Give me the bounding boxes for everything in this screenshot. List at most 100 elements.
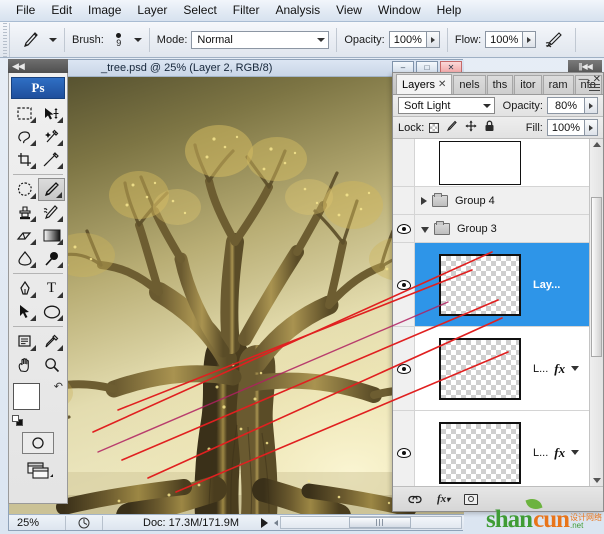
- hand-tool[interactable]: [11, 353, 38, 376]
- layers-vertical-scrollbar[interactable]: [589, 139, 603, 486]
- tool-preset-chevron-down-icon[interactable]: [49, 38, 57, 42]
- notes-tool[interactable]: [11, 330, 38, 353]
- quick-mask-icon[interactable]: [22, 432, 54, 454]
- menu-item-window[interactable]: Window: [370, 1, 429, 20]
- foreground-color-swatch[interactable]: [13, 383, 40, 410]
- healing-brush-tool[interactable]: [11, 178, 38, 201]
- menu-item-file[interactable]: File: [8, 1, 43, 20]
- lock-image-icon[interactable]: [446, 120, 458, 135]
- tab-histogram[interactable]: ram: [543, 75, 574, 94]
- layer-thumbnail[interactable]: [439, 254, 521, 316]
- layer-opacity-slider-button[interactable]: [585, 97, 598, 114]
- horizontal-scrollbar[interactable]: [280, 516, 462, 529]
- layer-thumbnail[interactable]: [439, 141, 521, 185]
- layer-list[interactable]: Group 4 Group 3 Lay...: [393, 139, 603, 487]
- lock-position-icon[interactable]: [465, 120, 477, 135]
- horizontal-scroll-thumb[interactable]: [349, 517, 410, 528]
- history-brush-tool[interactable]: [38, 201, 65, 224]
- layer-effects-icon[interactable]: fx: [554, 361, 565, 377]
- layer-visibility-cell[interactable]: [393, 327, 415, 410]
- link-layers-icon[interactable]: [407, 494, 423, 505]
- blur-tool[interactable]: [11, 247, 38, 270]
- scroll-left-arrow-icon[interactable]: [274, 520, 278, 526]
- flow-input[interactable]: 100%: [485, 31, 523, 48]
- zoom-level[interactable]: 25%: [9, 517, 65, 529]
- path-selection-tool[interactable]: [11, 300, 38, 323]
- magic-wand-tool[interactable]: [38, 125, 65, 148]
- flow-slider-button[interactable]: [523, 31, 536, 48]
- tab-layers[interactable]: Layers ✕: [396, 74, 452, 94]
- menu-item-edit[interactable]: Edit: [43, 1, 80, 20]
- lasso-tool[interactable]: [11, 125, 38, 148]
- move-tool[interactable]: [38, 102, 65, 125]
- scroll-down-arrow-icon[interactable]: [593, 478, 601, 483]
- lock-all-icon[interactable]: [484, 120, 495, 135]
- menu-item-layer[interactable]: Layer: [129, 1, 175, 20]
- eye-icon[interactable]: [397, 448, 411, 458]
- add-layer-mask-icon[interactable]: [464, 494, 478, 505]
- scroll-up-arrow-icon[interactable]: [593, 142, 601, 147]
- menu-item-filter[interactable]: Filter: [225, 1, 268, 20]
- horizontal-type-tool[interactable]: T: [38, 277, 65, 300]
- pen-tool[interactable]: [11, 277, 38, 300]
- eraser-tool[interactable]: [11, 224, 38, 247]
- vertical-scroll-thumb[interactable]: [591, 197, 602, 357]
- rectangular-marquee-tool[interactable]: [11, 102, 38, 125]
- table-row[interactable]: Group 3: [393, 215, 603, 243]
- status-menu-arrow-icon[interactable]: [261, 518, 268, 528]
- default-colors-icon[interactable]: [12, 415, 23, 426]
- layer-effects-icon[interactable]: fx: [554, 445, 565, 461]
- layer-blend-mode-select[interactable]: Soft Light: [398, 97, 495, 114]
- eye-icon[interactable]: [397, 224, 411, 234]
- chevron-down-icon[interactable]: [571, 450, 579, 455]
- layer-visibility-cell[interactable]: [393, 243, 415, 326]
- eye-icon[interactable]: [397, 364, 411, 374]
- zoom-tool[interactable]: [38, 353, 65, 376]
- table-row[interactable]: L... fx: [393, 327, 603, 411]
- menu-item-help[interactable]: Help: [429, 1, 470, 20]
- table-row[interactable]: L... fx: [393, 411, 603, 487]
- chevron-down-icon[interactable]: [421, 227, 429, 233]
- swap-colors-icon[interactable]: ↶: [54, 380, 63, 393]
- options-bar-grip[interactable]: [0, 23, 10, 57]
- layer-thumbnail[interactable]: [439, 338, 521, 400]
- table-row[interactable]: [393, 139, 603, 187]
- panel-menu-icon[interactable]: [589, 84, 600, 93]
- add-layer-style-icon[interactable]: fx▾: [437, 493, 450, 505]
- chevron-down-icon[interactable]: [571, 366, 579, 371]
- clone-stamp-tool[interactable]: [11, 201, 38, 224]
- menu-item-select[interactable]: Select: [175, 1, 224, 20]
- fill-input[interactable]: 100%: [547, 119, 585, 136]
- brush-picker-chevron-down-icon[interactable]: [134, 38, 142, 42]
- brush-size-preview[interactable]: 9: [108, 26, 130, 54]
- tab-channels[interactable]: nels: [453, 75, 485, 94]
- dock-collapse-handle[interactable]: |||◀◀: [568, 60, 602, 72]
- dodge-tool[interactable]: [38, 247, 65, 270]
- table-row[interactable]: Group 4: [393, 187, 603, 215]
- layer-visibility-cell[interactable]: [393, 139, 415, 186]
- screen-mode-icon[interactable]: [21, 460, 55, 482]
- proxy-preview-icon[interactable]: [66, 517, 102, 529]
- layer-visibility-cell[interactable]: [393, 187, 415, 214]
- layer-opacity-input[interactable]: 80%: [547, 97, 585, 114]
- opacity-input[interactable]: 100%: [389, 31, 427, 48]
- close-icon[interactable]: ✕: [438, 79, 446, 90]
- menu-item-view[interactable]: View: [328, 1, 370, 20]
- menu-item-image[interactable]: Image: [80, 1, 129, 20]
- airbrush-icon[interactable]: [542, 29, 568, 51]
- minimize-icon[interactable]: —: [579, 74, 589, 85]
- tab-navigator[interactable]: itor: [514, 75, 541, 94]
- tab-paths[interactable]: ths: [487, 75, 514, 94]
- chevron-right-icon[interactable]: [421, 197, 427, 205]
- eye-icon[interactable]: [397, 280, 411, 290]
- fill-slider-button[interactable]: [585, 119, 598, 136]
- ellipse-shape-tool[interactable]: [38, 300, 65, 323]
- layer-visibility-cell[interactable]: [393, 411, 415, 487]
- layer-thumbnail[interactable]: [439, 422, 521, 484]
- eyedropper-tool[interactable]: [38, 330, 65, 353]
- brush-tool-icon[interactable]: [19, 29, 45, 51]
- toolbox-collapse-handle[interactable]: ◀◀: [8, 59, 68, 73]
- blend-mode-select[interactable]: Normal: [191, 31, 329, 49]
- slice-tool[interactable]: [38, 148, 65, 171]
- layer-visibility-cell[interactable]: [393, 215, 415, 242]
